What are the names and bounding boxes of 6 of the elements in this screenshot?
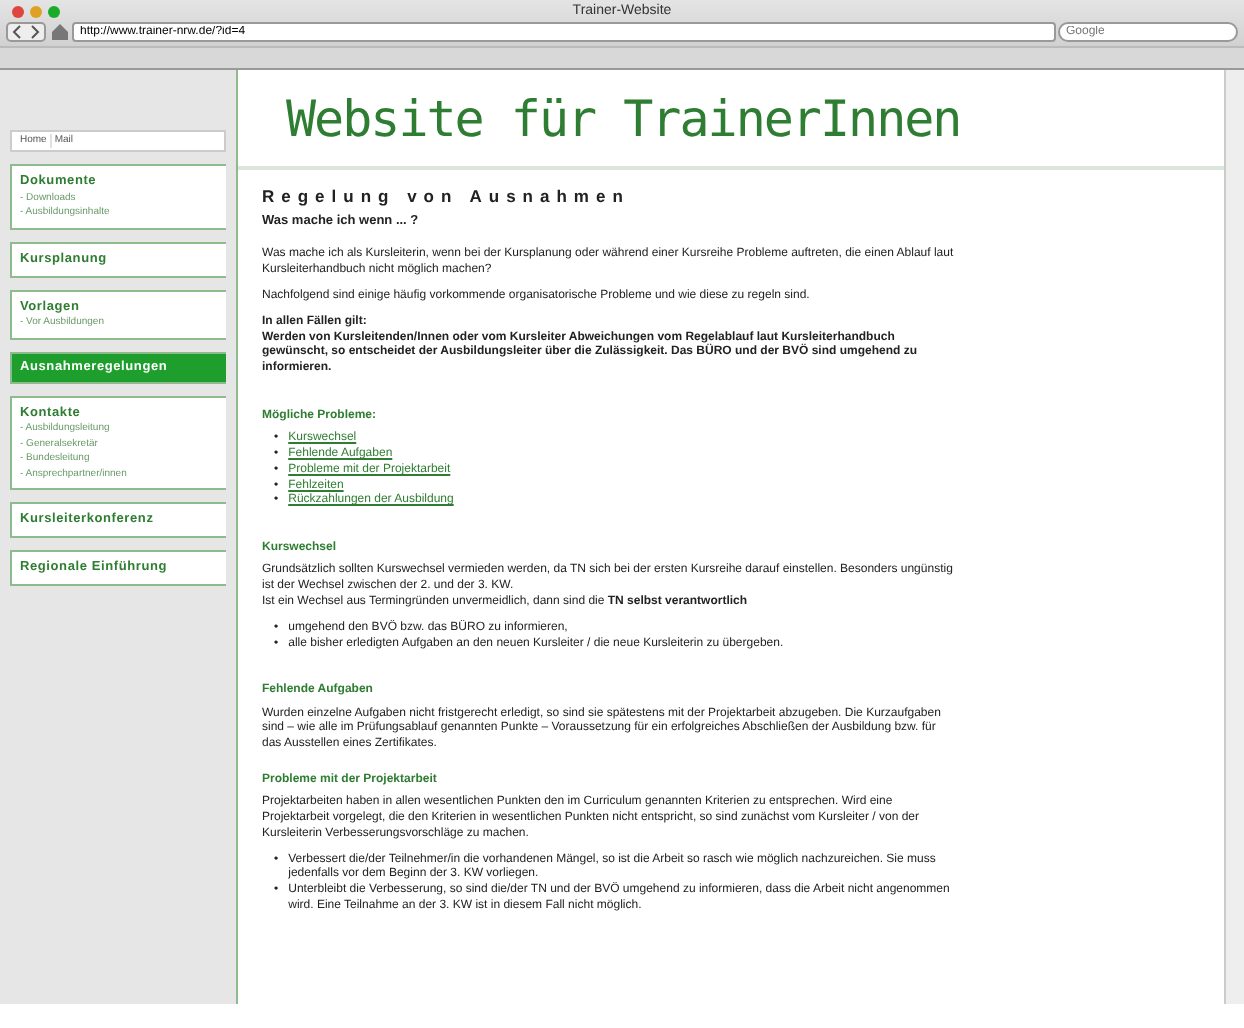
close-icon[interactable] [12,5,24,17]
minimize-icon[interactable] [30,5,42,17]
site-title: Website für TrainerInnen [286,87,963,151]
page-heading: Regelung von Ausnahmen [262,185,632,206]
zoom-icon[interactable] [48,5,60,17]
back-forward-icon[interactable] [6,22,46,42]
